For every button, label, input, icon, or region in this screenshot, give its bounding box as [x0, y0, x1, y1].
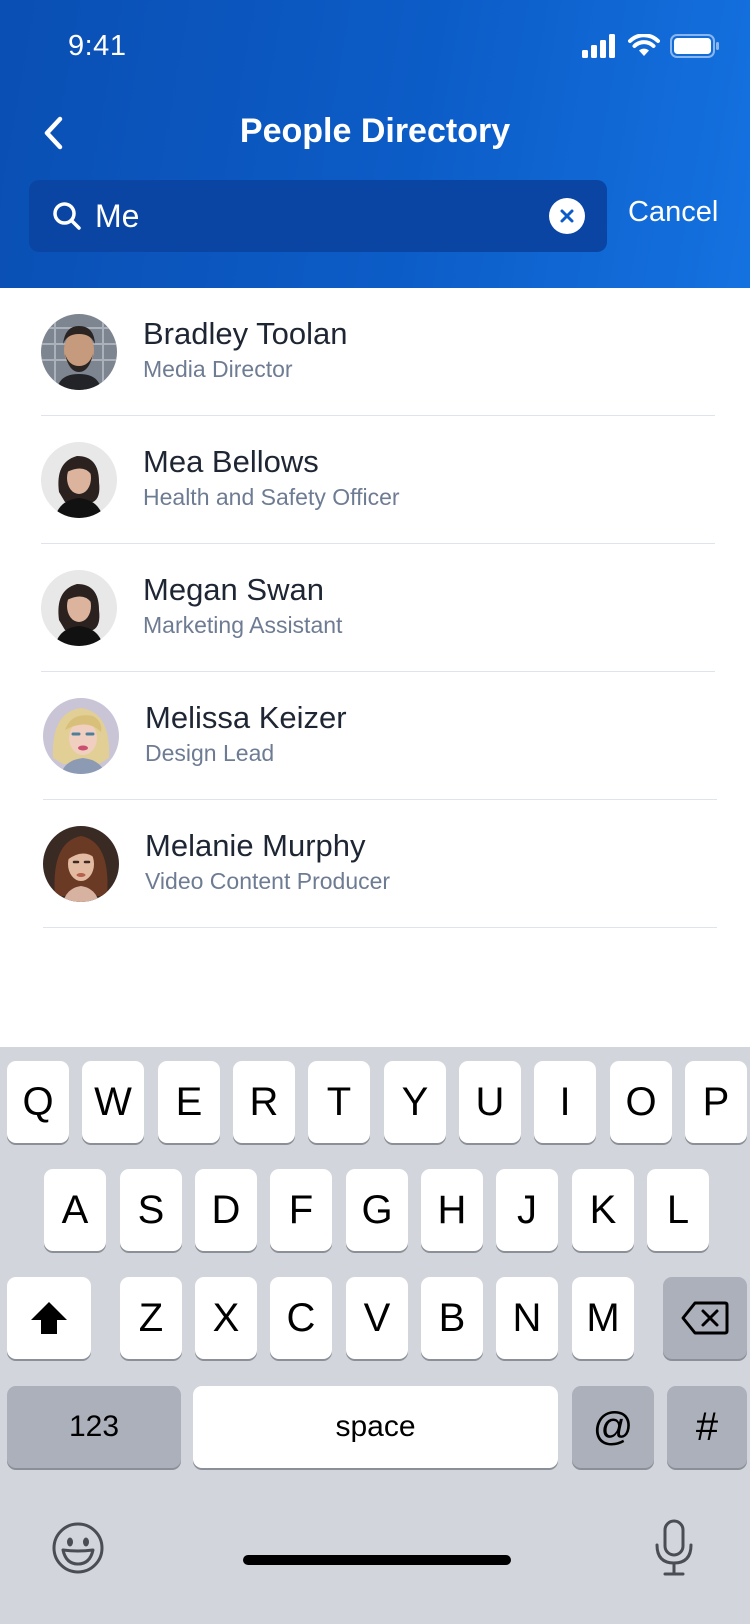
key-f[interactable]: F	[270, 1169, 332, 1251]
space-key[interactable]: space	[193, 1386, 558, 1468]
clear-icon	[560, 209, 574, 223]
person-name: Megan Swan	[143, 572, 324, 607]
app-header: 9:41 People Directory Me Cancel	[0, 0, 750, 288]
list-item[interactable]: Melanie Murphy Video Content Producer	[0, 800, 750, 928]
battery-icon	[670, 34, 719, 58]
person-name: Melanie Murphy	[145, 828, 366, 863]
people-list: Bradley Toolan Media Director Mea Bellow…	[0, 288, 750, 928]
avatar	[41, 570, 117, 646]
key-d[interactable]: D	[195, 1169, 257, 1251]
at-key[interactable]: @	[572, 1386, 654, 1468]
list-item[interactable]: Bradley Toolan Media Director	[0, 288, 750, 416]
person-role: Health and Safety Officer	[143, 484, 400, 510]
key-n[interactable]: N	[496, 1277, 558, 1359]
key-h[interactable]: H	[421, 1169, 483, 1251]
hash-key[interactable]: #	[667, 1386, 747, 1468]
microphone-icon	[655, 1519, 693, 1576]
key-x[interactable]: X	[195, 1277, 257, 1359]
shift-key[interactable]	[7, 1277, 91, 1359]
key-o[interactable]: O	[610, 1061, 672, 1143]
cancel-button[interactable]: Cancel	[628, 196, 718, 229]
list-item[interactable]: Mea Bellows Health and Safety Officer	[0, 416, 750, 544]
list-item[interactable]: Megan Swan Marketing Assistant	[0, 544, 750, 672]
avatar	[43, 698, 119, 774]
page-title: People Directory	[239, 112, 511, 150]
status-bar: 9:41	[0, 0, 750, 94]
key-m[interactable]: M	[572, 1277, 634, 1359]
key-e[interactable]: E	[158, 1061, 220, 1143]
cellular-signal-icon	[582, 34, 615, 58]
key-y[interactable]: Y	[384, 1061, 446, 1143]
emoji-button[interactable]	[50, 1520, 106, 1576]
dictation-button[interactable]	[654, 1519, 694, 1577]
home-indicator	[243, 1555, 511, 1565]
person-name: Mea Bellows	[143, 444, 319, 479]
key-q[interactable]: Q	[7, 1061, 69, 1143]
search-box[interactable]	[29, 180, 607, 252]
avatar	[41, 314, 117, 390]
key-k[interactable]: K	[572, 1169, 634, 1251]
wifi-icon	[628, 34, 660, 56]
person-role: Marketing Assistant	[143, 612, 343, 638]
search-icon	[53, 202, 81, 230]
status-time: 9:41	[68, 30, 127, 62]
emoji-icon	[52, 1522, 104, 1574]
nav-bar: People Directory	[0, 100, 750, 166]
keyboard: Q W E R T Y U I O P A S D F G H J K L Z …	[0, 1047, 750, 1624]
person-role: Media Director	[143, 356, 293, 382]
avatar	[41, 442, 117, 518]
person-role: Video Content Producer	[145, 868, 391, 894]
key-j[interactable]: J	[496, 1169, 558, 1251]
key-s[interactable]: S	[120, 1169, 182, 1251]
list-item[interactable]: Melissa Keizer Design Lead	[0, 672, 750, 800]
key-c[interactable]: C	[270, 1277, 332, 1359]
avatar	[43, 826, 119, 902]
key-p[interactable]: P	[685, 1061, 747, 1143]
key-b[interactable]: B	[421, 1277, 483, 1359]
person-role: Design Lead	[145, 740, 275, 766]
key-z[interactable]: Z	[120, 1277, 182, 1359]
key-g[interactable]: G	[346, 1169, 408, 1251]
search-row: Cancel	[29, 180, 729, 252]
numbers-key[interactable]: 123	[7, 1386, 181, 1468]
key-l[interactable]: L	[647, 1169, 709, 1251]
search-input[interactable]	[95, 188, 535, 244]
key-a[interactable]: A	[44, 1169, 106, 1251]
key-r[interactable]: R	[233, 1061, 295, 1143]
clear-search-button[interactable]	[549, 198, 585, 234]
key-i[interactable]: I	[534, 1061, 596, 1143]
person-name: Melissa Keizer	[145, 700, 347, 735]
shift-icon	[31, 1302, 67, 1334]
backspace-icon	[681, 1301, 729, 1335]
divider	[43, 927, 717, 928]
key-w[interactable]: W	[82, 1061, 144, 1143]
key-t[interactable]: T	[308, 1061, 370, 1143]
delete-key[interactable]	[663, 1277, 747, 1359]
key-u[interactable]: U	[459, 1061, 521, 1143]
key-v[interactable]: V	[346, 1277, 408, 1359]
person-name: Bradley Toolan	[143, 316, 348, 351]
status-icons	[582, 32, 720, 60]
